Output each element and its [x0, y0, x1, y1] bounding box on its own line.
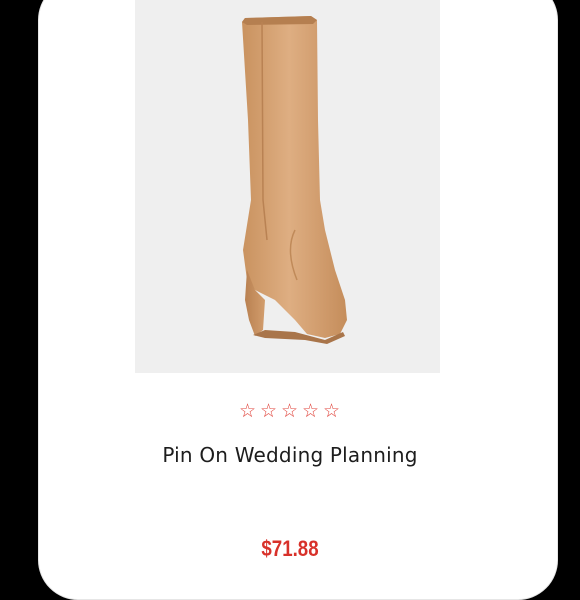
star-icon: ☆	[238, 400, 258, 422]
star-icon: ☆	[301, 400, 321, 422]
product-image[interactable]	[135, 0, 440, 373]
star-icon: ☆	[259, 400, 279, 422]
product-title[interactable]: Pin On Wedding Planning	[0, 443, 580, 467]
star-icon: ☆	[322, 400, 342, 422]
boot-icon	[242, 16, 347, 344]
star-icon: ☆	[280, 400, 300, 422]
rating-stars: ☆ ☆ ☆ ☆ ☆	[0, 400, 580, 422]
product-price: $71.88	[261, 536, 319, 561]
